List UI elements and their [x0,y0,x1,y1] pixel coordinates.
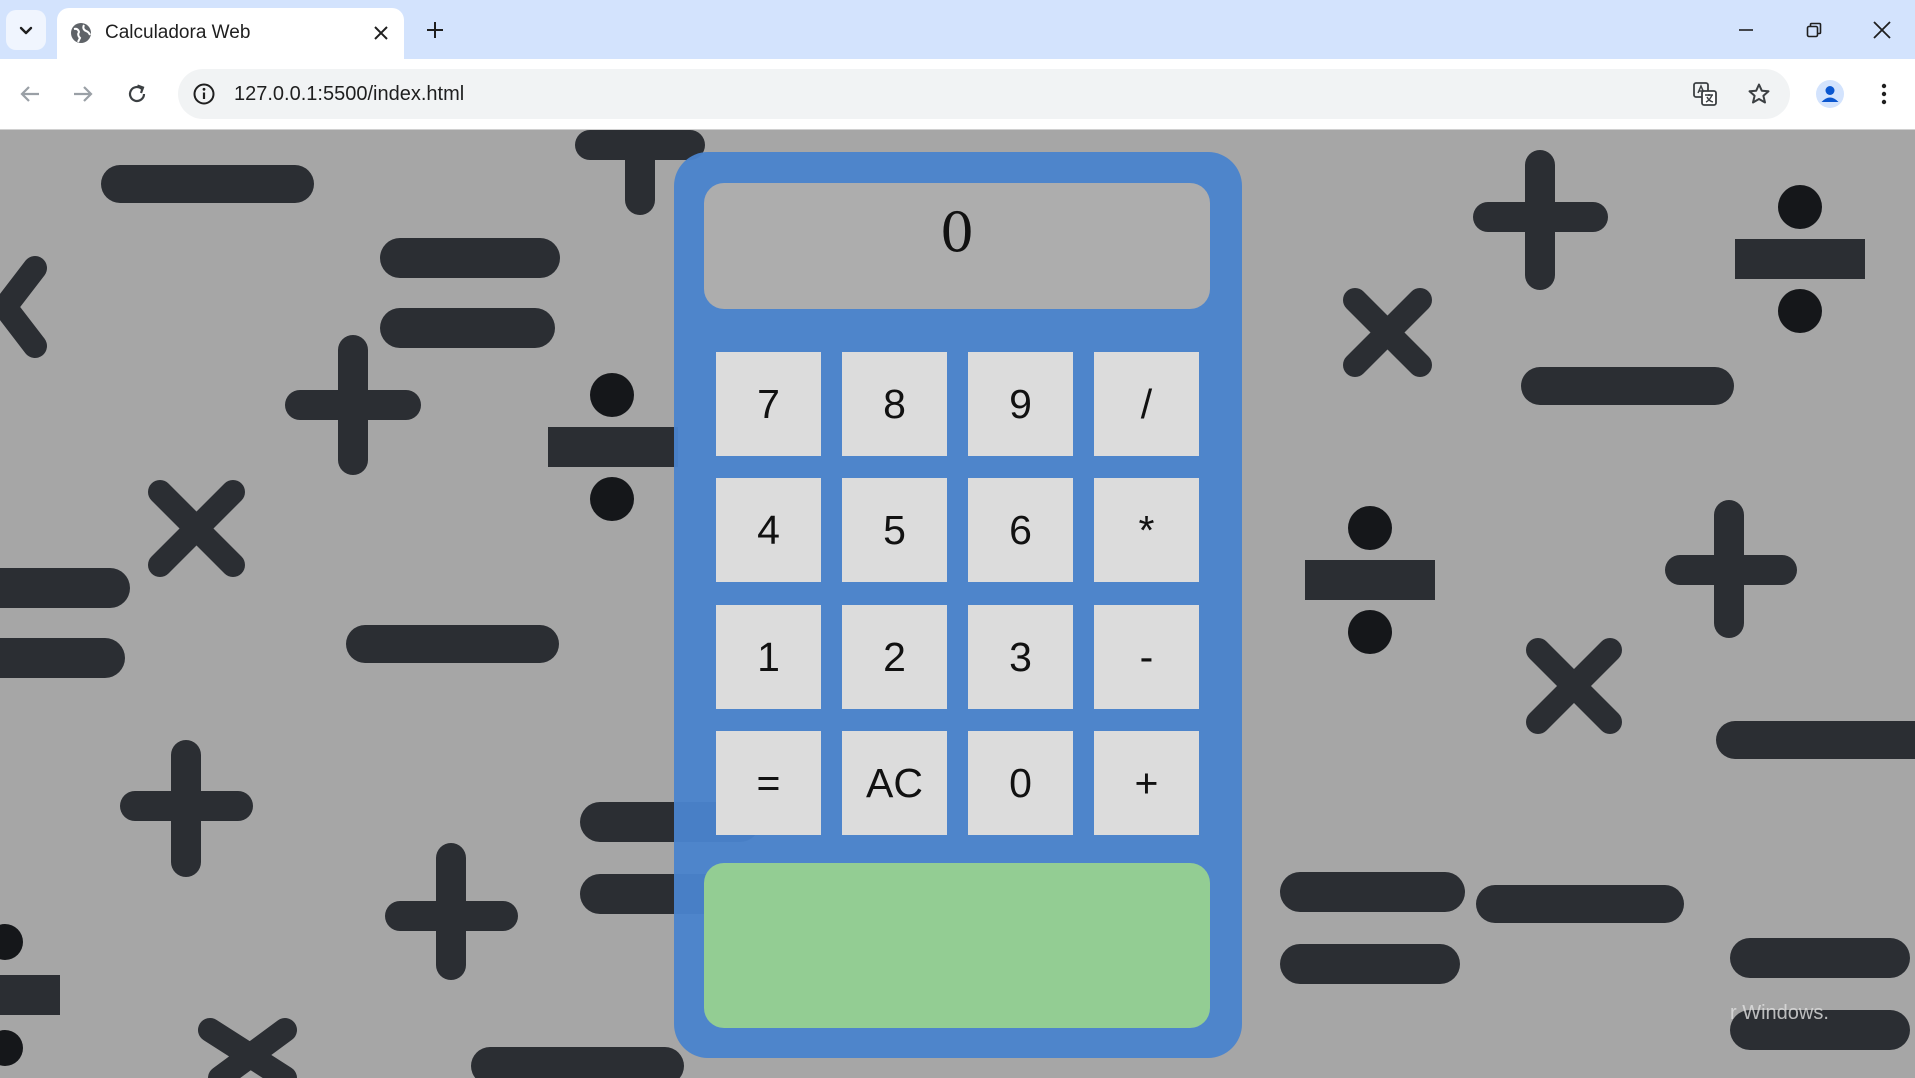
avatar-icon [1816,80,1844,108]
key-clear[interactable]: AC [842,731,947,835]
minimize-button[interactable] [1726,10,1766,50]
key-3[interactable]: 3 [968,605,1073,709]
times-symbol [1343,288,1432,377]
windows-activation-watermark: r Windows. [1730,1002,1829,1024]
plus-symbol [1665,500,1797,638]
key-5[interactable]: 5 [842,478,947,582]
key-multiply[interactable]: * [1094,478,1199,582]
site-info-icon[interactable] [192,82,216,106]
key-9[interactable]: 9 [968,352,1073,456]
close-icon [1873,21,1891,39]
times-symbol [0,256,47,358]
calculator: 0 7 8 9 / 4 5 6 * 1 2 3 - = AC 0 + [674,152,1242,1058]
plus-icon [427,22,443,38]
profile-button[interactable] [1814,78,1846,110]
result-panel [704,863,1210,1028]
forward-button[interactable] [62,73,104,115]
translate-icon [1693,82,1717,106]
restore-button[interactable] [1794,10,1834,50]
browser-menu-button[interactable] [1870,78,1898,110]
calculator-display: 0 [704,183,1210,309]
globe-icon [71,23,91,43]
equals-symbol [0,568,130,678]
url-text[interactable]: 127.0.0.1:5500/index.html [234,82,464,106]
equals-symbol [380,238,560,348]
plus-symbol [285,335,421,475]
close-icon [374,26,388,40]
tab-search-button[interactable] [6,10,46,50]
minimize-icon [1739,29,1753,31]
key-8[interactable]: 8 [842,352,947,456]
key-6[interactable]: 6 [968,478,1073,582]
browser-toolbar: 127.0.0.1:5500/index.html [0,59,1915,130]
plus-symbol [1473,150,1608,290]
times-symbol [148,480,245,577]
key-divide[interactable]: / [1094,352,1199,456]
plus-symbol [120,740,253,877]
key-4[interactable]: 4 [716,478,821,582]
key-7[interactable]: 7 [716,352,821,456]
key-add[interactable]: + [1094,731,1199,835]
bookmark-button[interactable] [1746,81,1772,107]
restore-icon [1806,22,1822,38]
back-button[interactable] [9,73,51,115]
times-symbol [198,1018,297,1078]
close-window-button[interactable] [1862,10,1902,50]
reload-icon [128,84,146,103]
more-vert-icon [1881,83,1887,105]
equals-symbol [1280,872,1465,984]
display-value: 0 [939,201,975,264]
key-subtract[interactable]: - [1094,605,1199,709]
new-tab-button[interactable] [419,14,451,46]
back-arrow-icon [20,86,39,102]
key-1[interactable]: 1 [716,605,821,709]
tab-title: Calculadora Web [105,22,251,43]
active-tab[interactable]: Calculadora Web [57,8,404,59]
key-0[interactable]: 0 [968,731,1073,835]
address-bar[interactable]: 127.0.0.1:5500/index.html [178,69,1790,119]
forward-arrow-icon [74,86,93,102]
times-symbol [1526,638,1622,734]
chevron-down-icon [19,26,33,35]
star-icon [1748,83,1770,104]
plus-symbol [385,843,518,980]
reload-button[interactable] [116,73,158,115]
key-equals[interactable]: = [716,731,821,835]
tab-strip: Calculadora Web [0,0,1915,59]
tab-close-button[interactable] [369,21,393,45]
translate-button[interactable] [1692,81,1718,107]
key-2[interactable]: 2 [842,605,947,709]
